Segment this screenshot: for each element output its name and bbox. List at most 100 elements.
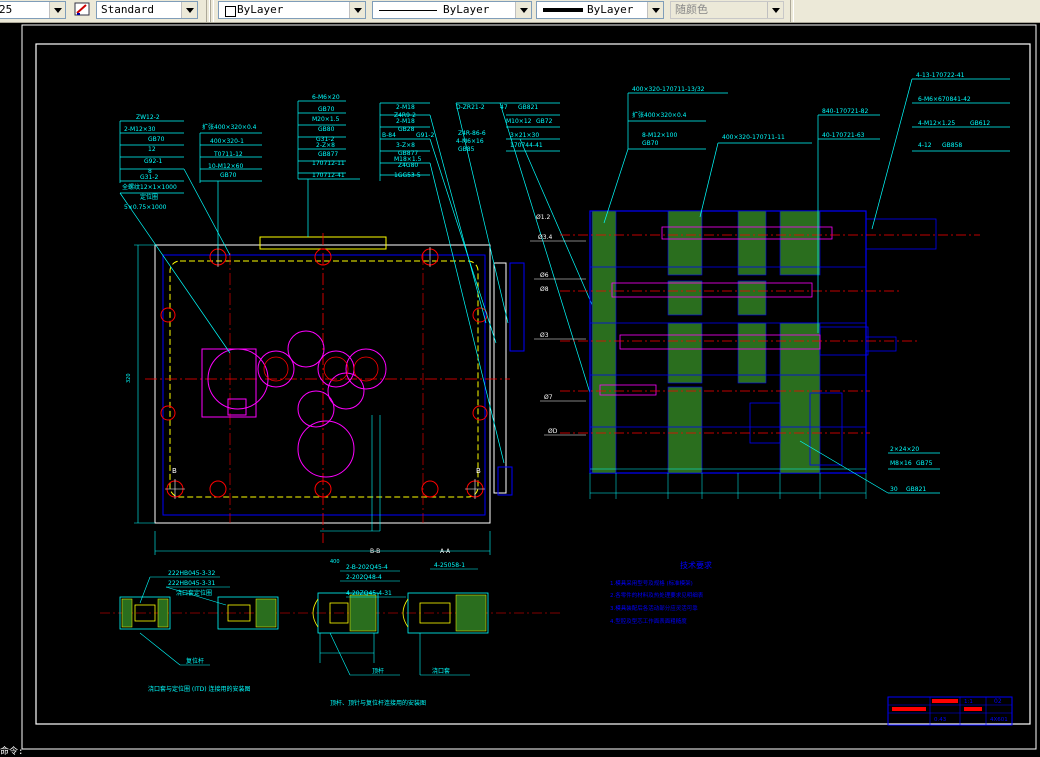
- svg-text:GB85: GB85: [458, 146, 475, 153]
- svg-text:3-Z×8: 3-Z×8: [396, 142, 415, 149]
- svg-text:4-M12×1.25: 4-M12×1.25: [918, 120, 955, 127]
- section-aa-label: A-A: [440, 548, 451, 555]
- svg-text:2-202Q48-4: 2-202Q48-4: [346, 574, 382, 581]
- svg-text:复位杆: 复位杆: [186, 657, 204, 665]
- svg-text:4-25058-1: 4-25058-1: [434, 562, 465, 569]
- bolt-holes: [160, 248, 488, 498]
- detail-views: B-B A-A 222HB045-3-32 222HB045-3-31 浇口套定…: [100, 548, 560, 707]
- svg-text:GB80: GB80: [318, 126, 335, 133]
- svg-text:222HB045-3-32: 222HB045-3-32: [168, 570, 215, 577]
- svg-text:400×320-1: 400×320-1: [210, 138, 244, 145]
- command-prompt[interactable]: 命令:: [0, 744, 23, 757]
- svg-text:B: B: [476, 467, 481, 475]
- svg-text:G91-2: G91-2: [416, 132, 434, 139]
- svg-text:10-M12×60: 10-M12×60: [208, 163, 243, 170]
- svg-text:全螺纹12×1×1000: 全螺纹12×1×1000: [122, 183, 177, 191]
- svg-text:2-M18: 2-M18: [396, 118, 415, 125]
- svg-text:222HB045-3-31: 222HB045-3-31: [168, 580, 215, 587]
- svg-text:400: 400: [330, 559, 340, 565]
- svg-text:840-170721-82: 840-170721-82: [822, 108, 869, 115]
- svg-text:GB70: GB70: [642, 140, 659, 147]
- svg-text:D-ZR21-2: D-ZR21-2: [456, 104, 485, 111]
- plotstyle-value: 随颜色: [675, 3, 708, 16]
- svg-text:2-Z×8: 2-Z×8: [316, 142, 335, 149]
- svg-text:2-M12×30: 2-M12×30: [124, 126, 156, 133]
- toolbar-divider: [210, 0, 214, 22]
- svg-text:12: 12: [148, 146, 156, 153]
- svg-text:M8×16: M8×16: [890, 460, 912, 467]
- svg-text:2-B-202Q45-4: 2-B-202Q45-4: [346, 564, 388, 571]
- cavity-circles: [207, 330, 387, 478]
- svg-text:4-12: 4-12: [918, 142, 932, 149]
- plan-view: 400 320 B B: [126, 233, 525, 565]
- svg-text:G92-1: G92-1: [144, 158, 162, 165]
- svg-text:ØD: ØD: [548, 428, 558, 435]
- svg-text:GB28: GB28: [398, 126, 415, 133]
- svg-text:400×320-170711-13/32: 400×320-170711-13/32: [632, 86, 705, 93]
- scale-value: 25: [0, 3, 13, 16]
- chevron-down-icon[interactable]: [49, 2, 65, 18]
- tech-line-4: 4.型腔及型芯工作面表面粗糙度: [610, 617, 687, 625]
- svg-text:4-M6×16: 4-M6×16: [456, 138, 484, 145]
- chevron-down-icon[interactable]: [181, 2, 197, 18]
- scale-dropdown[interactable]: 25: [0, 1, 66, 19]
- svg-text:3×21×30: 3×21×30: [510, 132, 539, 139]
- chevron-down-icon[interactable]: [349, 2, 365, 18]
- tech-line-3: 3.模具装配后各活动部分应灵活可靠: [610, 604, 698, 612]
- svg-text:浇口套: 浇口套: [432, 667, 450, 675]
- text-style-icon[interactable]: [74, 2, 92, 19]
- color-swatch-icon: [225, 6, 236, 17]
- svg-text:M10×12: M10×12: [506, 118, 532, 125]
- svg-text:320: 320: [126, 373, 132, 383]
- title-sheet: 02: [994, 698, 1002, 705]
- svg-text:浇口套定位圈: 浇口套定位圈: [176, 589, 212, 597]
- svg-text:GB877: GB877: [318, 151, 338, 158]
- svg-text:扩张400×320×0.4: 扩张400×320×0.4: [632, 111, 687, 119]
- svg-text:GB70: GB70: [318, 106, 335, 113]
- color-dropdown[interactable]: ByLayer: [218, 1, 366, 19]
- technical-requirements: 技术要求 1.模具采用型号及规格 (标准模架) 2.各零件的材料及热处理要求见明…: [610, 560, 712, 625]
- svg-text:400×320-170711-11: 400×320-170711-11: [722, 134, 785, 141]
- svg-text:GB70: GB70: [148, 136, 165, 143]
- title-scale: 1:1: [964, 699, 973, 705]
- svg-text:6-M6×670841-42: 6-M6×670841-42: [918, 96, 971, 103]
- svg-text:Ø3.4: Ø3.4: [538, 234, 552, 241]
- svg-text:GB75: GB75: [916, 460, 933, 467]
- svg-text:GB70: GB70: [220, 172, 237, 179]
- svg-text:Ø8: Ø8: [540, 286, 549, 293]
- svg-text:6-M6×20: 6-M6×20: [312, 94, 340, 101]
- title-block: 02 0.43 4X601 1:1: [887, 696, 1013, 726]
- section-bb-label: B-B: [370, 548, 380, 555]
- svg-text:47: 47: [500, 104, 508, 111]
- section-view: Ø1.2 Ø3.4 Ø6 Ø8 Ø3 Ø7 ØD: [530, 210, 980, 499]
- properties-toolbar: 25 Standard ByLayer ByLayer ByLayer 随颜色: [0, 0, 1040, 23]
- svg-text:GB821: GB821: [518, 104, 538, 111]
- linetype-dropdown[interactable]: ByLayer: [372, 1, 532, 19]
- linetype-preview-icon: [379, 10, 437, 11]
- svg-text:2×24×20: 2×24×20: [890, 446, 919, 453]
- text-style-dropdown[interactable]: Standard: [96, 1, 198, 19]
- tech-line-1: 1.模具采用型号及规格 (标准模架): [610, 579, 693, 587]
- section-outline: [589, 210, 867, 474]
- svg-text:30: 30: [890, 486, 898, 493]
- chevron-down-icon[interactable]: [647, 2, 663, 18]
- svg-text:4-20ZQ45-4-31: 4-20ZQ45-4-31: [346, 590, 392, 597]
- title-mark: 0.43: [934, 717, 947, 723]
- chevron-down-icon[interactable]: [515, 2, 531, 18]
- title-code: 4X601: [990, 717, 1008, 723]
- svg-text:GB858: GB858: [942, 142, 962, 149]
- lineweight-value: ByLayer: [587, 3, 634, 16]
- svg-text:B-84: B-84: [382, 132, 396, 139]
- svg-text:ZW12-2: ZW12-2: [136, 114, 160, 121]
- svg-text:GB72: GB72: [536, 118, 553, 125]
- svg-text:Ø1.2: Ø1.2: [536, 214, 550, 221]
- svg-text:Z4G80: Z4G80: [398, 162, 418, 169]
- lineweight-dropdown[interactable]: ByLayer: [536, 1, 664, 19]
- leader-lines-left: [119, 100, 601, 464]
- svg-text:4-13-170722-41: 4-13-170722-41: [916, 72, 965, 79]
- svg-text:定位圈: 定位圈: [140, 193, 158, 201]
- drawing-canvas[interactable]: 400 320 B B ZW12-2 2-M12×30 GB70 12 G92-…: [0, 23, 1040, 752]
- svg-text:顶杆: 顶杆: [372, 667, 384, 675]
- svg-text:M20×1.5: M20×1.5: [312, 116, 340, 123]
- svg-text:Ø7: Ø7: [544, 394, 553, 401]
